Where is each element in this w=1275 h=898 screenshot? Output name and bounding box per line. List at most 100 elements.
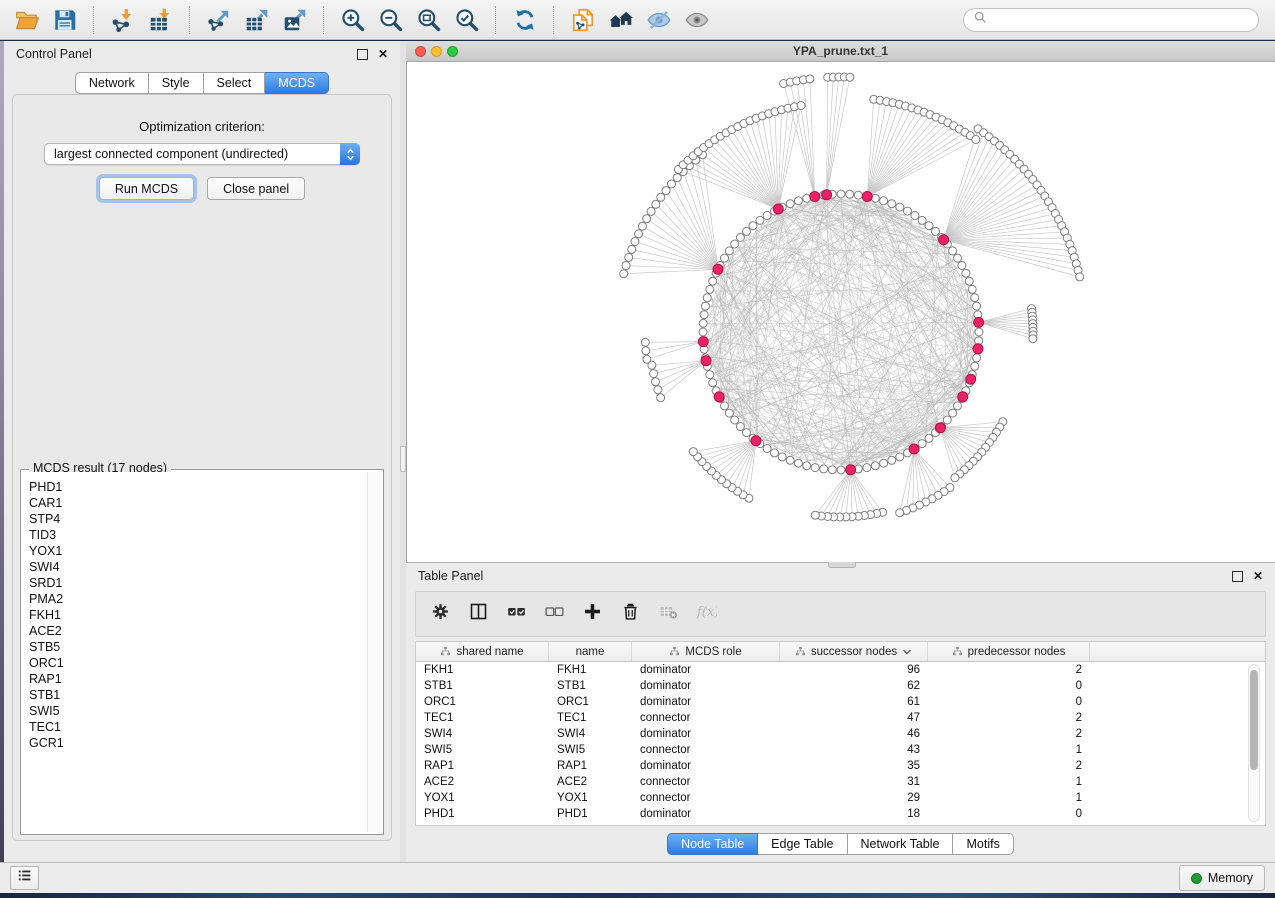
table-cell[interactable]: connector: [632, 792, 780, 804]
mcds-result-item[interactable]: STB1: [29, 687, 367, 703]
table-cell[interactable]: 0: [928, 696, 1090, 708]
table-row[interactable]: ORC1ORC1dominator610: [416, 694, 1265, 710]
search-input[interactable]: [993, 12, 1249, 28]
zoom-in-button[interactable]: [334, 4, 372, 36]
table-cell[interactable]: 35: [780, 760, 928, 772]
table-cell[interactable]: STB1: [549, 680, 632, 692]
mcds-result-item[interactable]: PHD1: [29, 479, 367, 495]
table-cell[interactable]: TEC1: [549, 712, 632, 724]
mcds-result-item[interactable]: STB5: [29, 639, 367, 655]
mcds-result-item[interactable]: PMA2: [29, 591, 367, 607]
export-image-button[interactable]: [276, 4, 314, 36]
network-graph[interactable]: [407, 62, 1275, 560]
import-table-button[interactable]: [142, 4, 180, 36]
table-cell[interactable]: ACE2: [549, 776, 632, 788]
table-row[interactable]: RAP1RAP1dominator352: [416, 758, 1265, 774]
table-scrollbar[interactable]: [1248, 664, 1260, 822]
open-file-button[interactable]: [8, 4, 46, 36]
settings-button[interactable]: [430, 601, 451, 627]
table-cell[interactable]: ORC1: [549, 696, 632, 708]
hide-selected-button[interactable]: [640, 4, 678, 36]
control-panel-float-button[interactable]: [357, 49, 368, 60]
tab-select[interactable]: Select: [204, 72, 266, 94]
column-layout-button[interactable]: [468, 601, 489, 627]
add-column-button[interactable]: [582, 601, 603, 627]
table-row[interactable]: FKH1FKH1dominator962: [416, 662, 1265, 678]
table-cell[interactable]: 2: [928, 664, 1090, 676]
table-cell[interactable]: FKH1: [416, 664, 549, 676]
delete-column-button[interactable]: [620, 601, 641, 627]
table-row[interactable]: STB1STB1dominator620: [416, 678, 1265, 694]
mcds-result-item[interactable]: SWI5: [29, 703, 367, 719]
mcds-result-item[interactable]: SWI4: [29, 559, 367, 575]
tab-node-table[interactable]: Node Table: [667, 833, 758, 855]
run-mcds-button[interactable]: Run MCDS: [99, 177, 194, 200]
column-header-successor-nodes[interactable]: successor nodes: [780, 642, 928, 661]
table-cell[interactable]: PHD1: [549, 808, 632, 820]
first-neighbors-button[interactable]: [602, 4, 640, 36]
table-cell[interactable]: 18: [780, 808, 928, 820]
table-cell[interactable]: connector: [632, 712, 780, 724]
table-cell[interactable]: 1: [928, 776, 1090, 788]
table-cell[interactable]: 96: [780, 664, 928, 676]
table-cell[interactable]: 1: [928, 744, 1090, 756]
mcds-result-item[interactable]: RAP1: [29, 671, 367, 687]
tab-motifs[interactable]: Motifs: [953, 833, 1013, 855]
table-cell[interactable]: YOX1: [416, 792, 549, 804]
control-panel-close-button[interactable]: ✕: [378, 48, 388, 60]
table-cell[interactable]: 62: [780, 680, 928, 692]
zoom-out-button[interactable]: [372, 4, 410, 36]
table-cell[interactable]: 43: [780, 744, 928, 756]
table-cell[interactable]: ACE2: [416, 776, 549, 788]
table-row[interactable]: SWI5SWI5connector431: [416, 742, 1265, 758]
table-row[interactable]: ACE2ACE2connector311: [416, 774, 1265, 790]
mcds-result-item[interactable]: YOX1: [29, 543, 367, 559]
mcds-result-item[interactable]: GCR1: [29, 735, 367, 751]
table-cell[interactable]: SWI5: [549, 744, 632, 756]
search-box[interactable]: [963, 8, 1259, 32]
table-panel-close-button[interactable]: ✕: [1253, 570, 1263, 582]
import-network-button[interactable]: [104, 4, 142, 36]
table-cell[interactable]: connector: [632, 776, 780, 788]
table-cell[interactable]: dominator: [632, 680, 780, 692]
mcds-result-item[interactable]: TEC1: [29, 719, 367, 735]
table-cell[interactable]: TEC1: [416, 712, 549, 724]
table-cell[interactable]: dominator: [632, 664, 780, 676]
table-cell[interactable]: 2: [928, 760, 1090, 772]
network-canvas[interactable]: [406, 62, 1275, 562]
network-window-titlebar[interactable]: YPA_prune.txt_1: [406, 41, 1275, 62]
table-scrollbar-thumb[interactable]: [1250, 670, 1258, 770]
show-all-button[interactable]: [678, 4, 716, 36]
table-cell[interactable]: 61: [780, 696, 928, 708]
table-cell[interactable]: 2: [928, 728, 1090, 740]
table-cell[interactable]: 0: [928, 680, 1090, 692]
select-all-checkboxes-button[interactable]: [506, 601, 527, 627]
duplicate-network-button[interactable]: [564, 4, 602, 36]
tab-network-table[interactable]: Network Table: [848, 833, 954, 855]
save-session-button[interactable]: [46, 4, 84, 36]
export-table-button[interactable]: [238, 4, 276, 36]
table-cell[interactable]: SWI4: [549, 728, 632, 740]
table-cell[interactable]: STB1: [416, 680, 549, 692]
mcds-result-item[interactable]: TID3: [29, 527, 367, 543]
column-header-name[interactable]: name: [549, 642, 632, 661]
table-cell[interactable]: RAP1: [416, 760, 549, 772]
refresh-button[interactable]: [506, 4, 544, 36]
table-cell[interactable]: SWI4: [416, 728, 549, 740]
mcds-result-item[interactable]: SRD1: [29, 575, 367, 591]
column-header-predecessor-nodes[interactable]: predecessor nodes: [928, 642, 1090, 661]
table-cell[interactable]: 2: [928, 712, 1090, 724]
memory-button[interactable]: Memory: [1179, 865, 1265, 891]
table-cell[interactable]: 47: [780, 712, 928, 724]
column-header-mcds-role[interactable]: MCDS role: [632, 642, 780, 661]
table-cell[interactable]: connector: [632, 744, 780, 756]
horizontal-splitter-handle[interactable]: [828, 562, 856, 568]
mcds-result-item[interactable]: ACE2: [29, 623, 367, 639]
table-cell[interactable]: PHD1: [416, 808, 549, 820]
tab-style[interactable]: Style: [149, 72, 204, 94]
table-cell[interactable]: ORC1: [416, 696, 549, 708]
mcds-result-item[interactable]: STP4: [29, 511, 367, 527]
table-row[interactable]: SWI4SWI4dominator462: [416, 726, 1265, 742]
table-row[interactable]: YOX1YOX1connector291: [416, 790, 1265, 806]
mcds-result-item[interactable]: ORC1: [29, 655, 367, 671]
